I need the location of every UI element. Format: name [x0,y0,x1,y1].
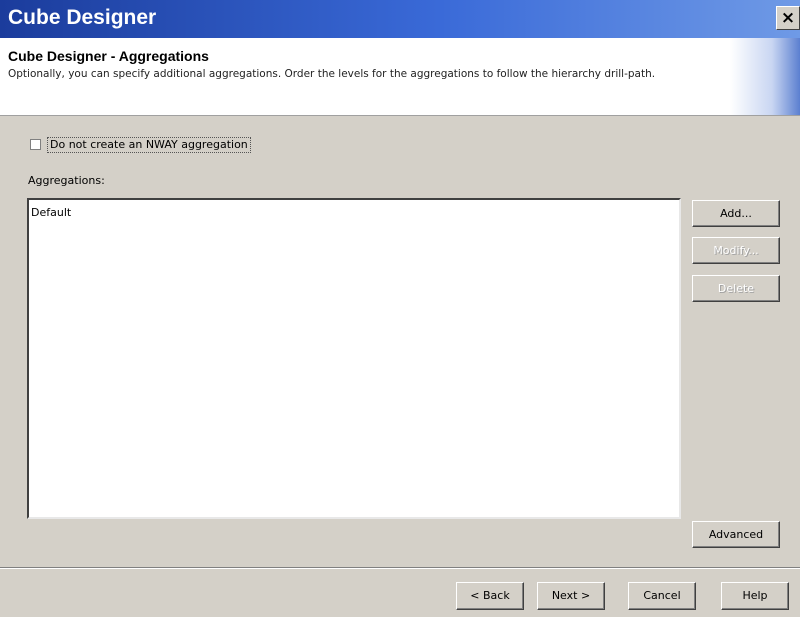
add-button[interactable]: Add... [692,200,780,227]
page-description: Optionally, you can specify additional a… [8,68,656,80]
close-icon[interactable]: × [776,6,800,30]
aggregations-label: Aggregations: [28,174,105,187]
nway-checkbox[interactable] [30,139,41,150]
help-button[interactable]: Help [721,582,789,610]
next-button[interactable]: Next > [537,582,605,610]
page-title: Cube Designer - Aggregations [8,48,209,64]
list-item[interactable]: Default [31,206,71,219]
cancel-button[interactable]: Cancel [628,582,696,610]
aggregations-listbox[interactable]: Default [27,198,681,519]
window-title: Cube Designer [8,6,157,29]
modify-button[interactable]: Modify... [692,237,780,264]
header-graphic [730,38,800,115]
advanced-button[interactable]: Advanced [692,521,780,548]
nway-checkbox-label[interactable]: Do not create an NWAY aggregation [47,137,251,153]
back-button[interactable]: < Back [456,582,524,610]
footer-separator [0,567,800,569]
title-bar: Cube Designer × [0,0,800,38]
delete-button[interactable]: Delete [692,275,780,302]
wizard-header: Cube Designer - Aggregations Optionally,… [0,38,800,116]
